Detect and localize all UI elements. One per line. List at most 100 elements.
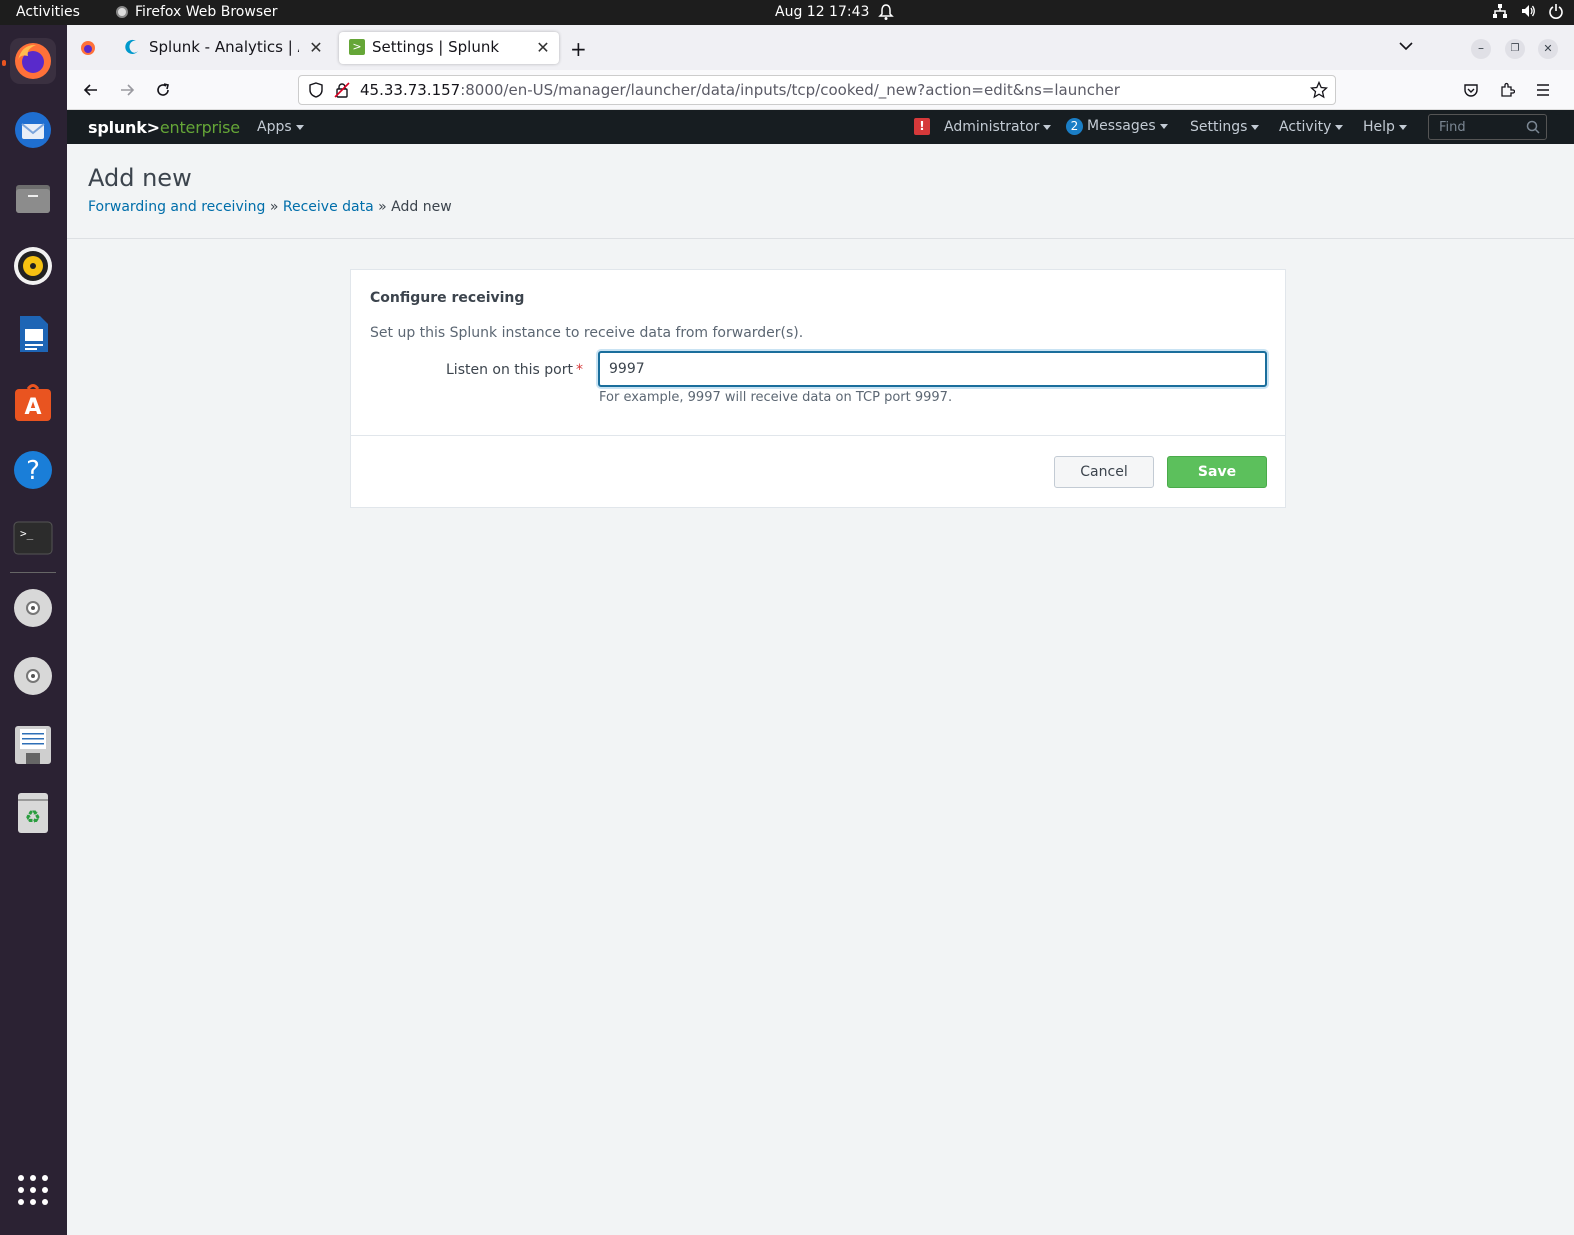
splunk-favicon-icon: > bbox=[349, 39, 365, 55]
network-icon bbox=[1492, 3, 1508, 19]
reload-icon[interactable] bbox=[149, 76, 177, 104]
close-tab-icon[interactable]: ✕ bbox=[533, 38, 553, 58]
port-help-text: For example, 9997 will receive data on T… bbox=[599, 390, 953, 405]
svg-text:♻: ♻ bbox=[25, 807, 41, 828]
active-indicator bbox=[2, 60, 6, 66]
maximize-icon[interactable]: ❐ bbox=[1505, 39, 1525, 59]
disc-icon[interactable] bbox=[10, 585, 56, 631]
cancel-button[interactable]: Cancel bbox=[1054, 456, 1154, 488]
pocket-icon[interactable] bbox=[1457, 76, 1485, 104]
port-input[interactable] bbox=[598, 351, 1267, 387]
chevron-down-icon bbox=[1043, 124, 1052, 130]
insecure-lock-icon[interactable] bbox=[334, 82, 350, 102]
chevron-down-icon bbox=[1159, 123, 1168, 129]
trash-icon[interactable]: ♻ bbox=[10, 789, 56, 835]
help-icon[interactable]: ? bbox=[10, 447, 56, 493]
administrator-menu[interactable]: Administrator bbox=[944, 119, 1052, 135]
administrator-menu-label: Administrator bbox=[944, 119, 1040, 135]
messages-menu[interactable]: 2 Messages bbox=[1066, 118, 1168, 135]
splunk-header-bar: splunk>enterprise Apps ! Administrator 2… bbox=[67, 110, 1574, 144]
hamburger-menu-icon[interactable] bbox=[1529, 76, 1557, 104]
firefox-view-icon[interactable] bbox=[80, 40, 96, 60]
app-menu[interactable]: Firefox Web Browser bbox=[116, 4, 278, 20]
list-tabs-icon[interactable] bbox=[1399, 39, 1413, 55]
breadcrumb-forwarding-link[interactable]: Forwarding and receiving bbox=[88, 199, 265, 215]
card-divider bbox=[351, 435, 1285, 436]
files-icon[interactable] bbox=[10, 175, 56, 221]
page-title: Add new bbox=[88, 164, 192, 192]
volume-icon bbox=[1520, 3, 1536, 19]
tab-title: Splunk - Analytics | Akam bbox=[149, 38, 299, 56]
back-icon[interactable] bbox=[77, 76, 105, 104]
close-window-icon[interactable]: ✕ bbox=[1538, 39, 1558, 59]
breadcrumb-separator: » bbox=[269, 199, 279, 215]
app-menu-label: Firefox Web Browser bbox=[135, 4, 278, 20]
url-path: :8000/en-US/manager/launcher/data/inputs… bbox=[460, 81, 1120, 99]
activity-menu[interactable]: Activity bbox=[1279, 119, 1344, 135]
rhythmbox-icon[interactable] bbox=[10, 243, 56, 289]
browser-tab-bar: Splunk - Analytics | Akam ✕ > Settings |… bbox=[67, 25, 1574, 70]
port-field-label: Listen on this port * bbox=[351, 362, 583, 378]
disc-icon[interactable] bbox=[10, 653, 56, 699]
card-title: Configure receiving bbox=[370, 290, 525, 306]
dock-separator bbox=[10, 572, 56, 573]
shield-icon[interactable] bbox=[308, 82, 324, 102]
chevron-down-icon bbox=[1398, 124, 1407, 130]
settings-menu-label: Settings bbox=[1190, 119, 1248, 135]
clock[interactable]: Aug 12 17:43 bbox=[775, 4, 869, 20]
software-center-icon[interactable]: A bbox=[10, 379, 56, 425]
search-icon[interactable] bbox=[1526, 120, 1540, 138]
logo-main: splunk> bbox=[88, 118, 160, 137]
url-text: 45.33.73.157:8000/en-US/manager/launcher… bbox=[360, 81, 1120, 99]
alert-icon[interactable]: ! bbox=[914, 118, 930, 135]
port-label-text: Listen on this port bbox=[446, 362, 573, 378]
messages-count-badge: 2 bbox=[1066, 118, 1083, 135]
extensions-icon[interactable] bbox=[1493, 76, 1521, 104]
apps-menu[interactable]: Apps bbox=[257, 119, 304, 135]
writer-icon[interactable] bbox=[10, 311, 56, 357]
system-top-bar: Activities Firefox Web Browser Aug 12 17… bbox=[0, 0, 1574, 25]
chevron-down-icon bbox=[1251, 124, 1260, 130]
help-menu[interactable]: Help bbox=[1363, 119, 1407, 135]
activity-menu-label: Activity bbox=[1279, 119, 1332, 135]
breadcrumb: Forwarding and receiving » Receive data … bbox=[88, 199, 452, 215]
close-tab-icon[interactable]: ✕ bbox=[306, 38, 326, 58]
address-bar[interactable]: 45.33.73.157:8000/en-US/manager/launcher… bbox=[298, 75, 1336, 105]
terminal-icon[interactable]: >_ bbox=[10, 515, 56, 561]
tab-settings-splunk[interactable]: > Settings | Splunk ✕ bbox=[339, 32, 559, 64]
configure-receiving-card: Configure receiving Set up this Splunk i… bbox=[350, 269, 1286, 508]
chevron-down-icon bbox=[1335, 124, 1344, 130]
required-marker: * bbox=[576, 362, 583, 378]
save-drive-icon[interactable] bbox=[10, 721, 56, 767]
settings-menu[interactable]: Settings bbox=[1190, 119, 1260, 135]
breadcrumb-current: Add new bbox=[391, 199, 452, 215]
svg-text:>_: >_ bbox=[20, 527, 34, 540]
breadcrumb-separator: » bbox=[378, 199, 387, 215]
akamai-icon bbox=[124, 39, 140, 59]
card-description: Set up this Splunk instance to receive d… bbox=[370, 325, 804, 341]
bookmark-star-icon[interactable] bbox=[1309, 80, 1329, 103]
chevron-down-icon bbox=[295, 124, 304, 130]
find-input[interactable] bbox=[1429, 115, 1524, 139]
page-header: Add new Forwarding and receiving » Recei… bbox=[67, 144, 1574, 239]
splunk-logo[interactable]: splunk>enterprise bbox=[88, 118, 240, 137]
messages-menu-label: Messages bbox=[1087, 118, 1156, 134]
svg-text:?: ? bbox=[26, 456, 40, 486]
find-box bbox=[1428, 114, 1547, 140]
forward-icon[interactable] bbox=[113, 76, 141, 104]
url-host: 45.33.73.157 bbox=[360, 81, 461, 99]
tab-title: Settings | Splunk bbox=[372, 38, 500, 56]
save-button[interactable]: Save bbox=[1167, 456, 1267, 488]
svg-text:A: A bbox=[24, 395, 41, 420]
new-tab-icon[interactable]: + bbox=[570, 37, 587, 61]
minimize-icon[interactable]: – bbox=[1471, 39, 1491, 59]
power-icon bbox=[1548, 3, 1564, 19]
firefox-app-icon bbox=[116, 6, 128, 18]
breadcrumb-receive-data-link[interactable]: Receive data bbox=[283, 199, 374, 215]
app-grid-icon[interactable] bbox=[10, 1167, 56, 1213]
system-tray[interactable] bbox=[1492, 3, 1564, 19]
thunderbird-icon[interactable] bbox=[10, 107, 56, 153]
activities-button[interactable]: Activities bbox=[16, 4, 80, 20]
tab-splunk-analytics[interactable]: Splunk - Analytics | Akam ✕ bbox=[112, 32, 332, 64]
firefox-icon[interactable] bbox=[10, 38, 56, 84]
